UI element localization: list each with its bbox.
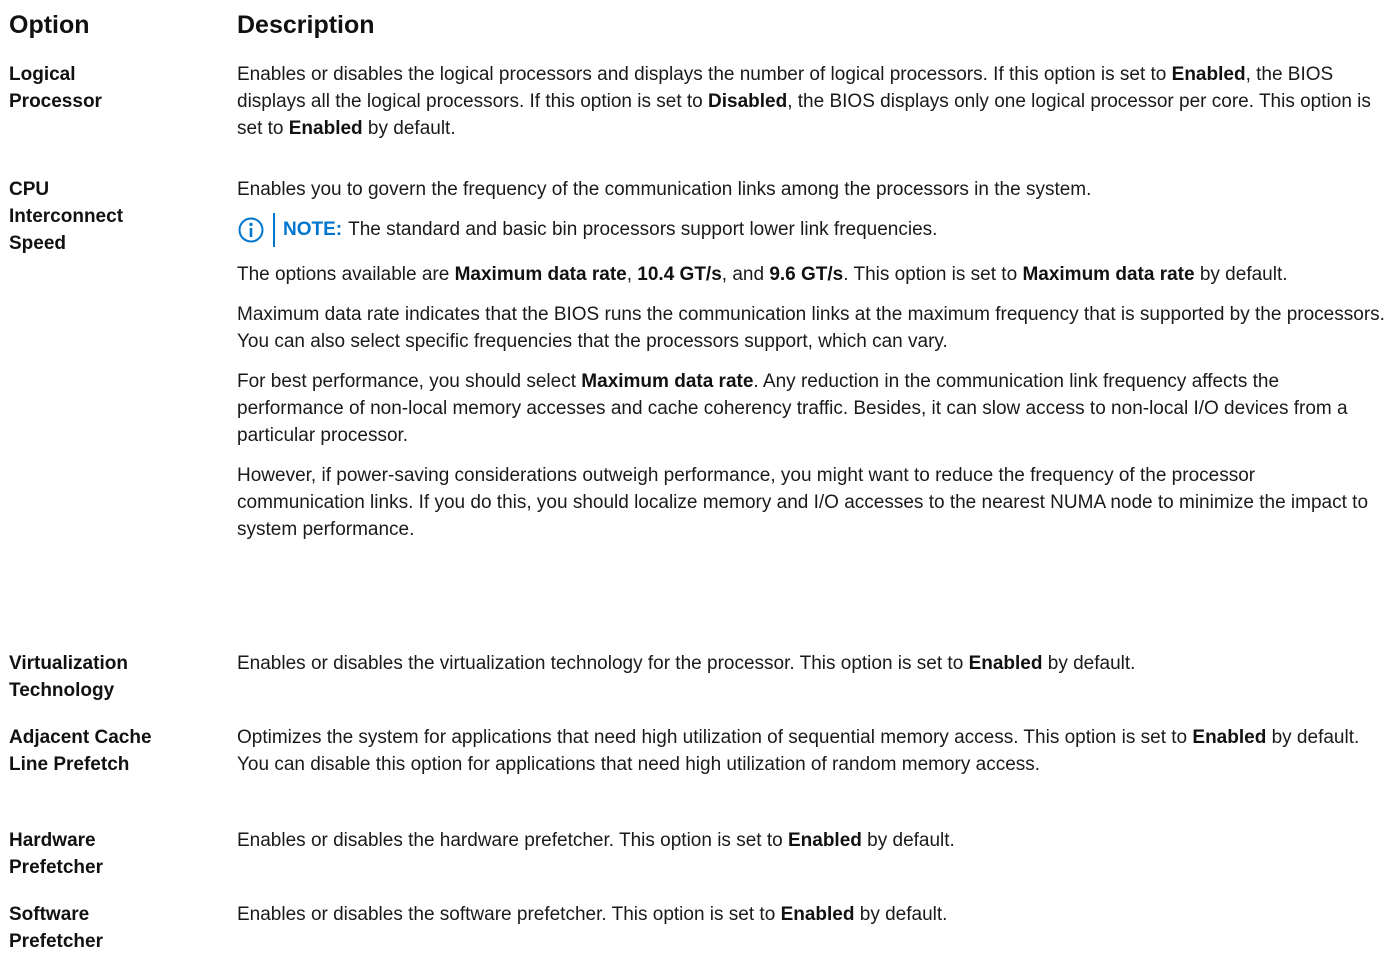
bold-term: Maximum data rate	[454, 264, 627, 285]
text-run: . This option is set to	[843, 264, 1023, 285]
description-paragraph: Optimizes the system for applications th…	[237, 724, 1385, 778]
description-paragraph: For best performance, you should select …	[237, 368, 1385, 449]
option-name: Logical Processor	[9, 64, 102, 112]
bold-term: Maximum data rate	[1022, 264, 1195, 285]
option-name: Hardware Prefetcher	[9, 830, 103, 878]
column-header-option: Option	[9, 11, 90, 39]
description-paragraph: The options available are Maximum data r…	[237, 261, 1385, 288]
text-run: Enables you to govern the frequency of t…	[237, 179, 1092, 200]
text-run: by default.	[1042, 653, 1136, 674]
option-name: CPU Interconnect Speed	[9, 179, 124, 254]
option-description: Enables you to govern the frequency of t…	[237, 176, 1385, 556]
info-circle-icon	[237, 216, 265, 244]
note-text: NOTE: The standard and basic bin processo…	[283, 216, 937, 243]
description-paragraph: Enables you to govern the frequency of t…	[237, 176, 1385, 203]
table-header: Option Description	[0, 10, 1386, 44]
text-run: , and	[721, 264, 770, 285]
bold-term: 9.6 GT/s	[769, 264, 844, 285]
text-run: ,	[626, 264, 638, 285]
description-paragraph: Enables or disables the logical processo…	[237, 61, 1385, 142]
bold-term: 10.4 GT/s	[637, 264, 722, 285]
note-callout: NOTE: The standard and basic bin processo…	[237, 213, 1385, 247]
description-paragraph: However, if power-saving considerations …	[237, 462, 1385, 543]
bold-term: Enabled	[787, 830, 862, 851]
text-run: Optimizes the system for applications th…	[237, 727, 1193, 748]
column-header-description: Description	[237, 11, 375, 39]
option-description: Enables or disables the logical processo…	[237, 61, 1385, 155]
text-run: Enables or disables the virtualization t…	[237, 653, 969, 674]
option-description: Optimizes the system for applications th…	[237, 724, 1385, 791]
text-run: by default.	[854, 904, 948, 925]
description-paragraph: Enables or disables the hardware prefetc…	[237, 827, 1385, 854]
bios-options-table: Option Description Logical Processor Enab…	[0, 0, 1386, 952]
text-run: by default.	[362, 118, 456, 139]
text-run: Enables or disables the logical processo…	[237, 64, 1172, 85]
bold-term: Enabled	[288, 118, 363, 139]
option-name: Adjacent Cache Line Prefetch	[9, 727, 152, 775]
description-paragraph: Enables or disables the virtualization t…	[237, 650, 1385, 677]
note-body: The standard and basic bin processors su…	[348, 219, 938, 240]
description-paragraph: Enables or disables the software prefetc…	[237, 901, 1385, 928]
note-label: NOTE:	[283, 219, 343, 240]
text-run: For best performance, you should select	[237, 371, 582, 392]
text-run: The options available are	[237, 264, 455, 285]
text-run: by default.	[861, 830, 955, 851]
text-run: Enables or disables the hardware prefetc…	[237, 830, 788, 851]
bold-term: Enabled	[1171, 64, 1246, 85]
text-run: However, if power-saving considerations …	[237, 465, 1369, 540]
text-run: by default.	[1194, 264, 1288, 285]
bold-term: Enabled	[780, 904, 855, 925]
note-divider	[273, 213, 275, 247]
option-description: Enables or disables the virtualization t…	[237, 650, 1385, 690]
text-run: Maximum data rate indicates that the BIO…	[237, 304, 1385, 352]
option-description: Enables or disables the software prefetc…	[237, 901, 1385, 941]
description-paragraph: Maximum data rate indicates that the BIO…	[237, 301, 1385, 355]
bold-term: Enabled	[1192, 727, 1267, 748]
bold-term: Enabled	[968, 653, 1043, 674]
text-run: Enables or disables the software prefetc…	[237, 904, 781, 925]
option-description: Enables or disables the hardware prefetc…	[237, 827, 1385, 867]
option-name: Virtualization Technology	[9, 653, 128, 701]
bold-term: Maximum data rate	[581, 371, 754, 392]
bold-term: Disabled	[708, 91, 788, 112]
option-name: Software Prefetcher	[9, 904, 103, 952]
